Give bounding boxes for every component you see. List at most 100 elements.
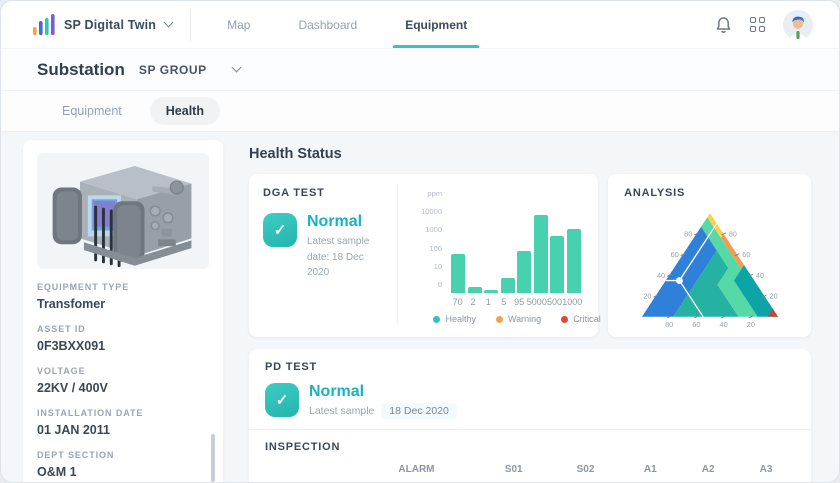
pd-sample-date: 18 Dec 2020 [381,403,457,419]
equipment-detail-item: ASSET ID 0F3BXX091 [37,324,209,353]
detail-value: 0F3BXX091 [37,339,106,353]
app-window: SP Digital Twin MapDashboardEquipment [0,0,840,483]
warning-dot-icon [496,315,503,323]
bar-cell [483,290,500,293]
x-tick-label: 1 [485,297,491,307]
detail-value: Transfomer [37,297,106,311]
y-tick-label: 10000 [421,207,442,217]
navbar-actions [715,9,839,40]
legend-item: Warning [496,314,541,324]
detail-label: EQUIPMENT TYPE [37,282,130,292]
x-tick-label: 5 [501,297,507,307]
svg-text:40: 40 [756,271,764,280]
pd-status: Normal [309,383,365,400]
detail-value: 22KV / 400V [37,381,108,395]
detail-label: VOLTAGE [37,366,86,376]
svg-text:80: 80 [684,229,692,238]
detail-value: O&M 1 [37,465,77,479]
critical-dot-icon [561,315,569,323]
avatar[interactable] [783,9,813,40]
dga-test-card: DGA TEST ✓ Normal Latest sample date: 18… [249,174,601,337]
health-panel: Health Status DGA TEST ✓ Normal Latest s… [249,140,811,482]
bar-cell [500,278,517,293]
bar-cell [516,251,533,293]
brand-name: SP Digital Twin [64,17,157,32]
inspection-column-header: S02 [576,464,595,475]
pd-subtitle: Latest sample [309,405,375,417]
y-tick-label: 1000 [425,225,442,235]
equipment-detail-item: DEPT SECTION O&M 1 [37,450,209,479]
legend-item: Critical [561,314,601,324]
dga-test-title: DGA TEST [263,187,325,199]
chart-y-axis: ppm 10000 1000 100 10 0 [410,189,442,289]
inspection-column-header: A1 [643,464,657,475]
transformer-image [37,153,209,269]
dga-status: Normal [307,213,363,230]
legend-label: Critical [573,314,601,324]
y-tick-label: 100 [429,243,442,253]
bar [500,278,515,293]
nav-tab-map[interactable]: Map [203,1,274,48]
svg-text:40: 40 [657,271,665,280]
x-tick-label: 70 [452,297,463,307]
dga-subtitle-line2: date: 18 Dec 2020 [307,251,364,279]
svg-text:80: 80 [665,320,673,329]
bell-icon[interactable] [715,16,732,34]
x-tick-label: 1000 [562,297,583,307]
subtab-health[interactable]: Health [149,97,220,125]
duval-triangle-chart: 80 60 40 20 80 60 40 20 80 60 40 20 [641,213,778,329]
equipment-detail-item: EQUIPMENT TYPE Transfomer [37,282,209,311]
healthy-dot-icon [433,315,441,323]
inspection-column-header: A2 [701,464,715,475]
y-tick-label: 10 [433,261,442,271]
svg-text:20: 20 [746,320,754,329]
inspection-table: ALARMS01S02A1A2A3 18 Dec 2020 00:00N-7NN… [265,457,795,482]
svg-text:40: 40 [719,320,727,329]
svg-text:60: 60 [670,250,678,259]
apps-grid-icon[interactable] [750,17,765,32]
chevron-down-icon[interactable] [231,62,242,73]
svg-text:80: 80 [728,229,736,238]
x-tick-label: 95 [514,297,525,307]
legend-label: Warning [508,314,542,324]
chevron-down-icon [163,17,174,28]
bar [533,215,548,293]
inspection-title: INSPECTION [265,441,341,453]
equipment-summary-card: EQUIPMENT TYPE Transfomer ASSET ID 0F3BXX09… [23,140,223,482]
subtab-equipment[interactable]: Equipment [46,97,138,125]
nav-tab-dashboard[interactable]: Dashboard [274,1,381,48]
svg-text:20: 20 [769,292,777,301]
bar-cell [533,215,550,293]
checkmark-icon: ✓ [263,213,297,247]
inspection-column-header: S01 [504,464,523,475]
bar [484,290,499,293]
x-tick-label: 500 [546,297,563,307]
bar-cell [467,287,484,293]
dga-subtitle-line1: Latest sample [307,236,370,247]
main-nav-tabs: Map Dashboard Equipment [203,1,491,48]
bar-cell [566,229,583,293]
nav-tab-equipment[interactable]: Equipment [381,1,491,48]
y-tick-label: 0 [437,279,442,289]
inspection-column-header: ALARM [398,464,435,475]
page-title: Substation [37,59,125,79]
chart-legend: Healthy Warning Critical [433,314,601,324]
bar-cell [549,236,566,293]
content-area: EQUIPMENT TYPE Transfomer ASSET ID 0F3BXX09… [1,132,839,482]
detail-label: INSTALLATION DATE [37,408,144,418]
divider [397,187,398,324]
x-tick-label: 2 [470,297,476,307]
brand-menu[interactable]: SP Digital Twin [1,8,192,41]
bar [517,251,532,293]
detail-label: ASSET ID [37,324,86,334]
top-navbar: SP Digital Twin Map Dashboard Equipment [1,1,839,49]
bar [550,236,565,293]
detail-label: DEPT SECTION [37,450,115,460]
equipment-detail-item: VOLTAGE 22KV / 400V [37,366,209,395]
dga-bar-chart: ppm 10000 1000 100 10 0 70 2 1 5 95 5000 500 1000 He… [410,187,601,324]
analysis-card: ANALYSIS 80 60 40 20 80 60 40 20 80 60 40 20 [608,174,811,337]
subtabs: Equipment Health [1,91,839,132]
logo-bars-icon [33,13,55,35]
legend-label: Healthy [445,314,476,324]
sidebar-scrollbar[interactable] [211,434,215,482]
